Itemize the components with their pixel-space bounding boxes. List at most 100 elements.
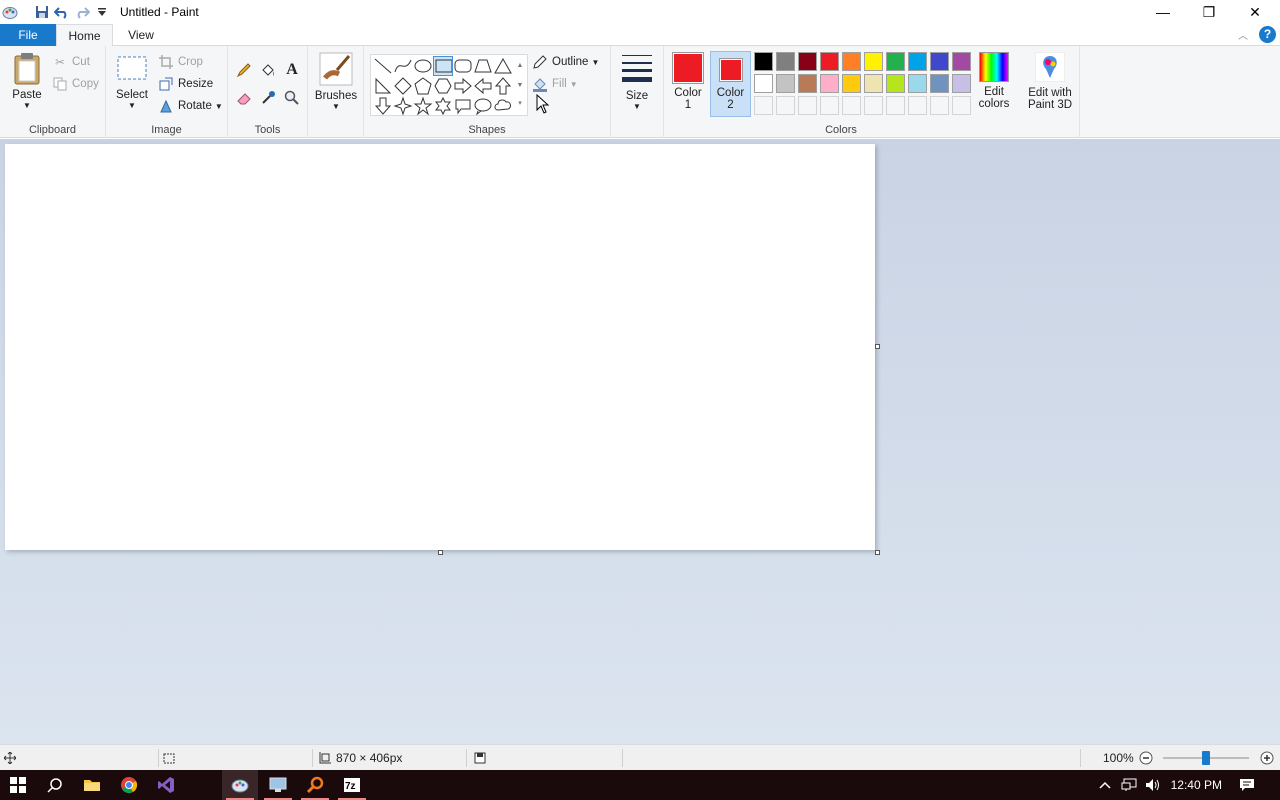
volume-icon[interactable] [1138, 770, 1168, 800]
undo-icon[interactable] [52, 2, 72, 22]
up-arrow-shape-icon[interactable] [493, 76, 513, 96]
fill-bucket-icon[interactable] [258, 60, 278, 80]
palette-color-swatch[interactable] [930, 52, 949, 71]
palette-color-swatch[interactable] [908, 74, 927, 93]
palette-custom-slot[interactable] [776, 96, 795, 115]
palette-color-swatch[interactable] [754, 52, 773, 71]
rounded-rectangle-shape-icon[interactable] [453, 56, 473, 76]
palette-custom-slot[interactable] [908, 96, 927, 115]
text-tool-icon[interactable]: A [282, 60, 302, 80]
pentagon-shape-icon[interactable] [413, 76, 433, 96]
triangle-shape-icon[interactable] [493, 56, 513, 76]
right-triangle-shape-icon[interactable] [373, 76, 393, 96]
right-arrow-shape-icon[interactable] [453, 76, 473, 96]
six-point-star-shape-icon[interactable] [433, 96, 453, 116]
customize-quick-access-icon[interactable] [92, 2, 112, 22]
canvas-workspace[interactable] [0, 139, 1280, 744]
paste-dropdown-icon[interactable]: ▼ [23, 101, 31, 110]
zoom-in-button[interactable] [1260, 745, 1274, 771]
palette-color-swatch[interactable] [952, 74, 971, 93]
pencil-icon[interactable] [234, 60, 254, 80]
four-point-star-shape-icon[interactable] [393, 96, 413, 116]
resize-button[interactable]: Resize [158, 74, 213, 94]
color2-button[interactable]: Color 2 [710, 51, 751, 117]
zoom-slider[interactable] [1163, 745, 1249, 771]
rotate-button[interactable]: Rotate ▼ [158, 96, 223, 116]
tab-file[interactable]: File [0, 24, 56, 46]
palette-color-swatch[interactable] [886, 52, 905, 71]
close-button[interactable]: ✕ [1232, 0, 1278, 24]
oval-shape-icon[interactable] [413, 56, 433, 76]
cloud-callout-shape-icon[interactable] [493, 96, 513, 116]
remote-desktop-icon[interactable] [260, 770, 296, 800]
palette-color-swatch[interactable] [930, 74, 949, 93]
palette-color-swatch[interactable] [886, 74, 905, 93]
palette-custom-slot[interactable] [798, 96, 817, 115]
shapes-scroll-down-icon[interactable]: ▼ [514, 77, 526, 95]
search-icon[interactable] [37, 770, 73, 800]
magnifier-icon[interactable] [282, 88, 302, 108]
search-tool-icon[interactable] [297, 770, 333, 800]
palette-color-swatch[interactable] [864, 52, 883, 71]
help-icon[interactable]: ? [1259, 26, 1276, 43]
action-center-icon[interactable] [1230, 770, 1264, 800]
eraser-icon[interactable] [234, 88, 254, 108]
left-arrow-shape-icon[interactable] [473, 76, 493, 96]
collapse-ribbon-icon[interactable]: ︿ [1236, 27, 1250, 42]
taskbar-clock[interactable]: 12:40 PM [1171, 770, 1222, 800]
zoom-out-button[interactable] [1139, 745, 1153, 771]
shapes-scroll-up-icon[interactable]: ▲ [514, 57, 526, 75]
resize-handle-right[interactable] [875, 344, 880, 349]
palette-custom-slot[interactable] [754, 96, 773, 115]
shapes-expand-icon[interactable]: ▾ [514, 95, 526, 113]
paint-taskbar-icon[interactable] [222, 770, 258, 800]
redo-icon[interactable] [72, 2, 92, 22]
copy-button[interactable]: Copy [52, 74, 99, 94]
diamond-shape-icon[interactable] [393, 76, 413, 96]
restore-button[interactable]: ❐ [1186, 0, 1232, 24]
rounded-callout-shape-icon[interactable] [453, 96, 473, 116]
color-picker-icon[interactable] [258, 88, 278, 108]
palette-custom-slot[interactable] [864, 96, 883, 115]
palette-color-swatch[interactable] [952, 52, 971, 71]
palette-custom-slot[interactable] [820, 96, 839, 115]
chrome-icon[interactable] [111, 770, 147, 800]
hexagon-shape-icon[interactable] [433, 76, 453, 96]
zoom-slider-thumb[interactable] [1202, 751, 1210, 765]
palette-color-swatch[interactable] [820, 52, 839, 71]
palette-color-swatch[interactable] [798, 74, 817, 93]
palette-color-swatch[interactable] [754, 74, 773, 93]
palette-custom-slot[interactable] [952, 96, 971, 115]
resize-handle-bottom[interactable] [438, 550, 443, 555]
tab-home[interactable]: Home [56, 24, 113, 47]
fill-button[interactable]: Fill ▼ [532, 74, 578, 94]
edit-colors-button[interactable]: Edit colors [974, 52, 1014, 110]
edit-with-paint3d-button[interactable]: Edit with Paint 3D [1022, 52, 1078, 111]
palette-custom-slot[interactable] [930, 96, 949, 115]
palette-custom-slot[interactable] [886, 96, 905, 115]
palette-color-swatch[interactable] [820, 74, 839, 93]
select-button[interactable]: Select ▼ [114, 54, 150, 110]
drawing-canvas[interactable] [5, 144, 875, 550]
oval-callout-shape-icon[interactable] [473, 96, 493, 116]
tab-view[interactable]: View [118, 24, 164, 46]
palette-color-swatch[interactable] [798, 52, 817, 71]
palette-color-swatch[interactable] [842, 52, 861, 71]
7zip-icon[interactable]: 7z [334, 770, 370, 800]
curve-shape-icon[interactable] [393, 56, 413, 76]
rectangle-shape-icon[interactable] [433, 56, 453, 76]
brushes-button[interactable]: Brushes ▼ [314, 52, 358, 111]
palette-custom-slot[interactable] [842, 96, 861, 115]
palette-color-swatch[interactable] [776, 52, 795, 71]
cut-button[interactable]: ✂ Cut [52, 52, 90, 72]
five-point-star-shape-icon[interactable] [413, 96, 433, 116]
resize-handle-corner[interactable] [875, 550, 880, 555]
paint-app-icon[interactable] [0, 2, 20, 22]
palette-color-swatch[interactable] [842, 74, 861, 93]
save-icon[interactable] [32, 2, 52, 22]
file-explorer-icon[interactable] [74, 770, 110, 800]
polygon-shape-icon[interactable] [473, 56, 493, 76]
visual-studio-icon[interactable] [148, 770, 184, 800]
crop-button[interactable]: Crop [158, 52, 203, 72]
palette-color-swatch[interactable] [908, 52, 927, 71]
